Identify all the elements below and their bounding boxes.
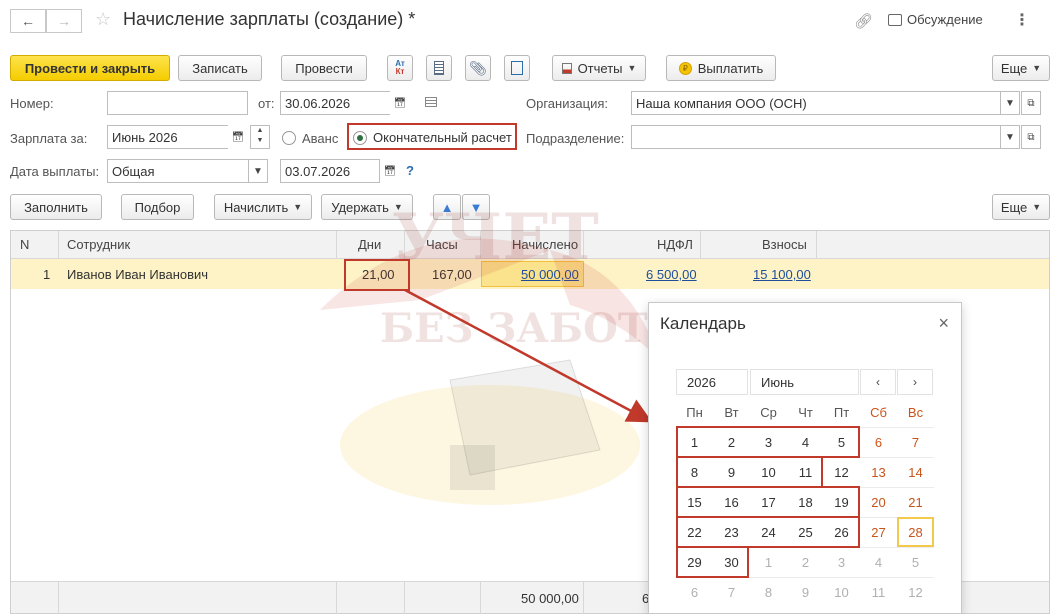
week5-highlight bbox=[676, 546, 749, 578]
week2-highlight bbox=[676, 456, 823, 488]
close-icon[interactable]: × bbox=[938, 313, 949, 334]
weekday-header: Ср bbox=[760, 405, 777, 420]
calendar-day[interactable]: 28 bbox=[897, 517, 934, 547]
weekday-header: Пн bbox=[686, 405, 703, 420]
week3-highlight bbox=[676, 486, 860, 518]
calendar-title: Календарь bbox=[660, 314, 746, 333]
calendar-day[interactable]: 13 bbox=[860, 457, 897, 487]
weekday-header: Вт bbox=[724, 405, 739, 420]
chevron-left-icon: ‹ bbox=[876, 375, 880, 389]
calendar-day[interactable]: 11 bbox=[860, 577, 897, 607]
calendar-day[interactable]: 14 bbox=[897, 457, 934, 487]
prev-month-button[interactable]: ‹ bbox=[860, 369, 896, 395]
calendar-popup: Календарь × 2026 Июнь ‹ › Пн Вт Ср Чт Пт Сб Вс… bbox=[648, 302, 962, 614]
weekday-header: Чт bbox=[798, 405, 813, 420]
calendar-day[interactable]: 6 bbox=[860, 427, 897, 457]
calendar-day[interactable]: 9 bbox=[787, 577, 824, 607]
week4-highlight bbox=[676, 516, 860, 548]
chevron-right-icon: › bbox=[913, 375, 917, 389]
weekday-header: Сб bbox=[870, 405, 887, 420]
week1-highlight bbox=[676, 426, 860, 458]
weekday-header: Пт bbox=[833, 405, 850, 420]
calendar-day[interactable]: 20 bbox=[860, 487, 897, 517]
month-select[interactable]: Июнь bbox=[750, 369, 859, 395]
calendar-day[interactable]: 12 bbox=[897, 577, 934, 607]
calendar-day[interactable]: 4 bbox=[860, 547, 897, 577]
calendar-day[interactable]: 5 bbox=[897, 547, 934, 577]
calendar-day[interactable]: 21 bbox=[897, 487, 934, 517]
weekday-header: Вс bbox=[907, 405, 924, 420]
calendar-day[interactable]: 27 bbox=[860, 517, 897, 547]
calendar-day[interactable]: 6 bbox=[676, 577, 713, 607]
next-month-button[interactable]: › bbox=[897, 369, 933, 395]
calendar-day[interactable]: 3 bbox=[823, 547, 860, 577]
calendar-day[interactable]: 12 bbox=[823, 457, 860, 487]
calendar-day[interactable]: 8 bbox=[750, 577, 787, 607]
calendar-day[interactable]: 10 bbox=[823, 577, 860, 607]
calendar-day[interactable]: 7 bbox=[897, 427, 934, 457]
calendar-day[interactable]: 1 bbox=[750, 547, 787, 577]
year-select[interactable]: 2026 bbox=[676, 369, 748, 395]
calendar-day[interactable]: 2 bbox=[787, 547, 824, 577]
calendar-day[interactable]: 7 bbox=[713, 577, 750, 607]
